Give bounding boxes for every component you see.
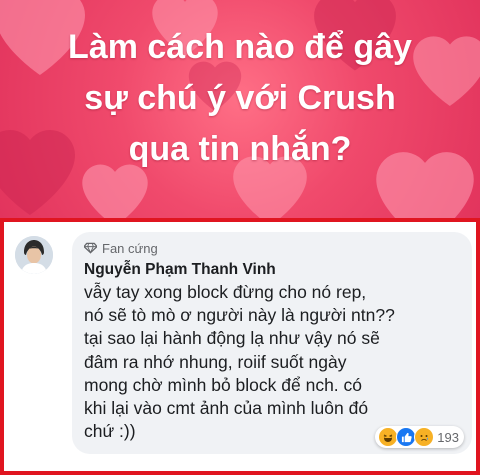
avatar-image <box>15 236 53 274</box>
sad-icon <box>414 427 435 447</box>
haha-icon <box>378 427 399 447</box>
comment-text: vẫy tay xong block đừng cho nó rep, nó s… <box>84 282 395 442</box>
reaction-count: 193 <box>437 429 459 445</box>
avatar[interactable] <box>15 236 53 274</box>
comment-bubble: Fan cứng Nguyễn Phạm Thanh Vinh vẫy tay … <box>72 232 472 454</box>
banner-title-line: sự chú ý với Crush <box>84 79 396 117</box>
banner-title: Làm cách nào để gây sự chú ý với Crush q… <box>0 22 480 175</box>
comment-frame: Fan cứng Nguyễn Phạm Thanh Vinh vẫy tay … <box>0 218 480 475</box>
banner-title-line: qua tin nhắn? <box>128 130 352 168</box>
diamond-icon <box>84 242 97 254</box>
header-banner: Làm cách nào để gây sự chú ý với Crush q… <box>0 0 480 218</box>
fan-badge: Fan cứng <box>84 238 460 258</box>
banner-title-line: Làm cách nào để gây <box>68 28 412 66</box>
comment-author[interactable]: Nguyễn Phạm Thanh Vinh <box>84 261 460 279</box>
badge-label: Fan cứng <box>102 240 158 256</box>
like-icon <box>396 427 417 447</box>
reaction-summary[interactable]: 193 <box>375 426 464 448</box>
